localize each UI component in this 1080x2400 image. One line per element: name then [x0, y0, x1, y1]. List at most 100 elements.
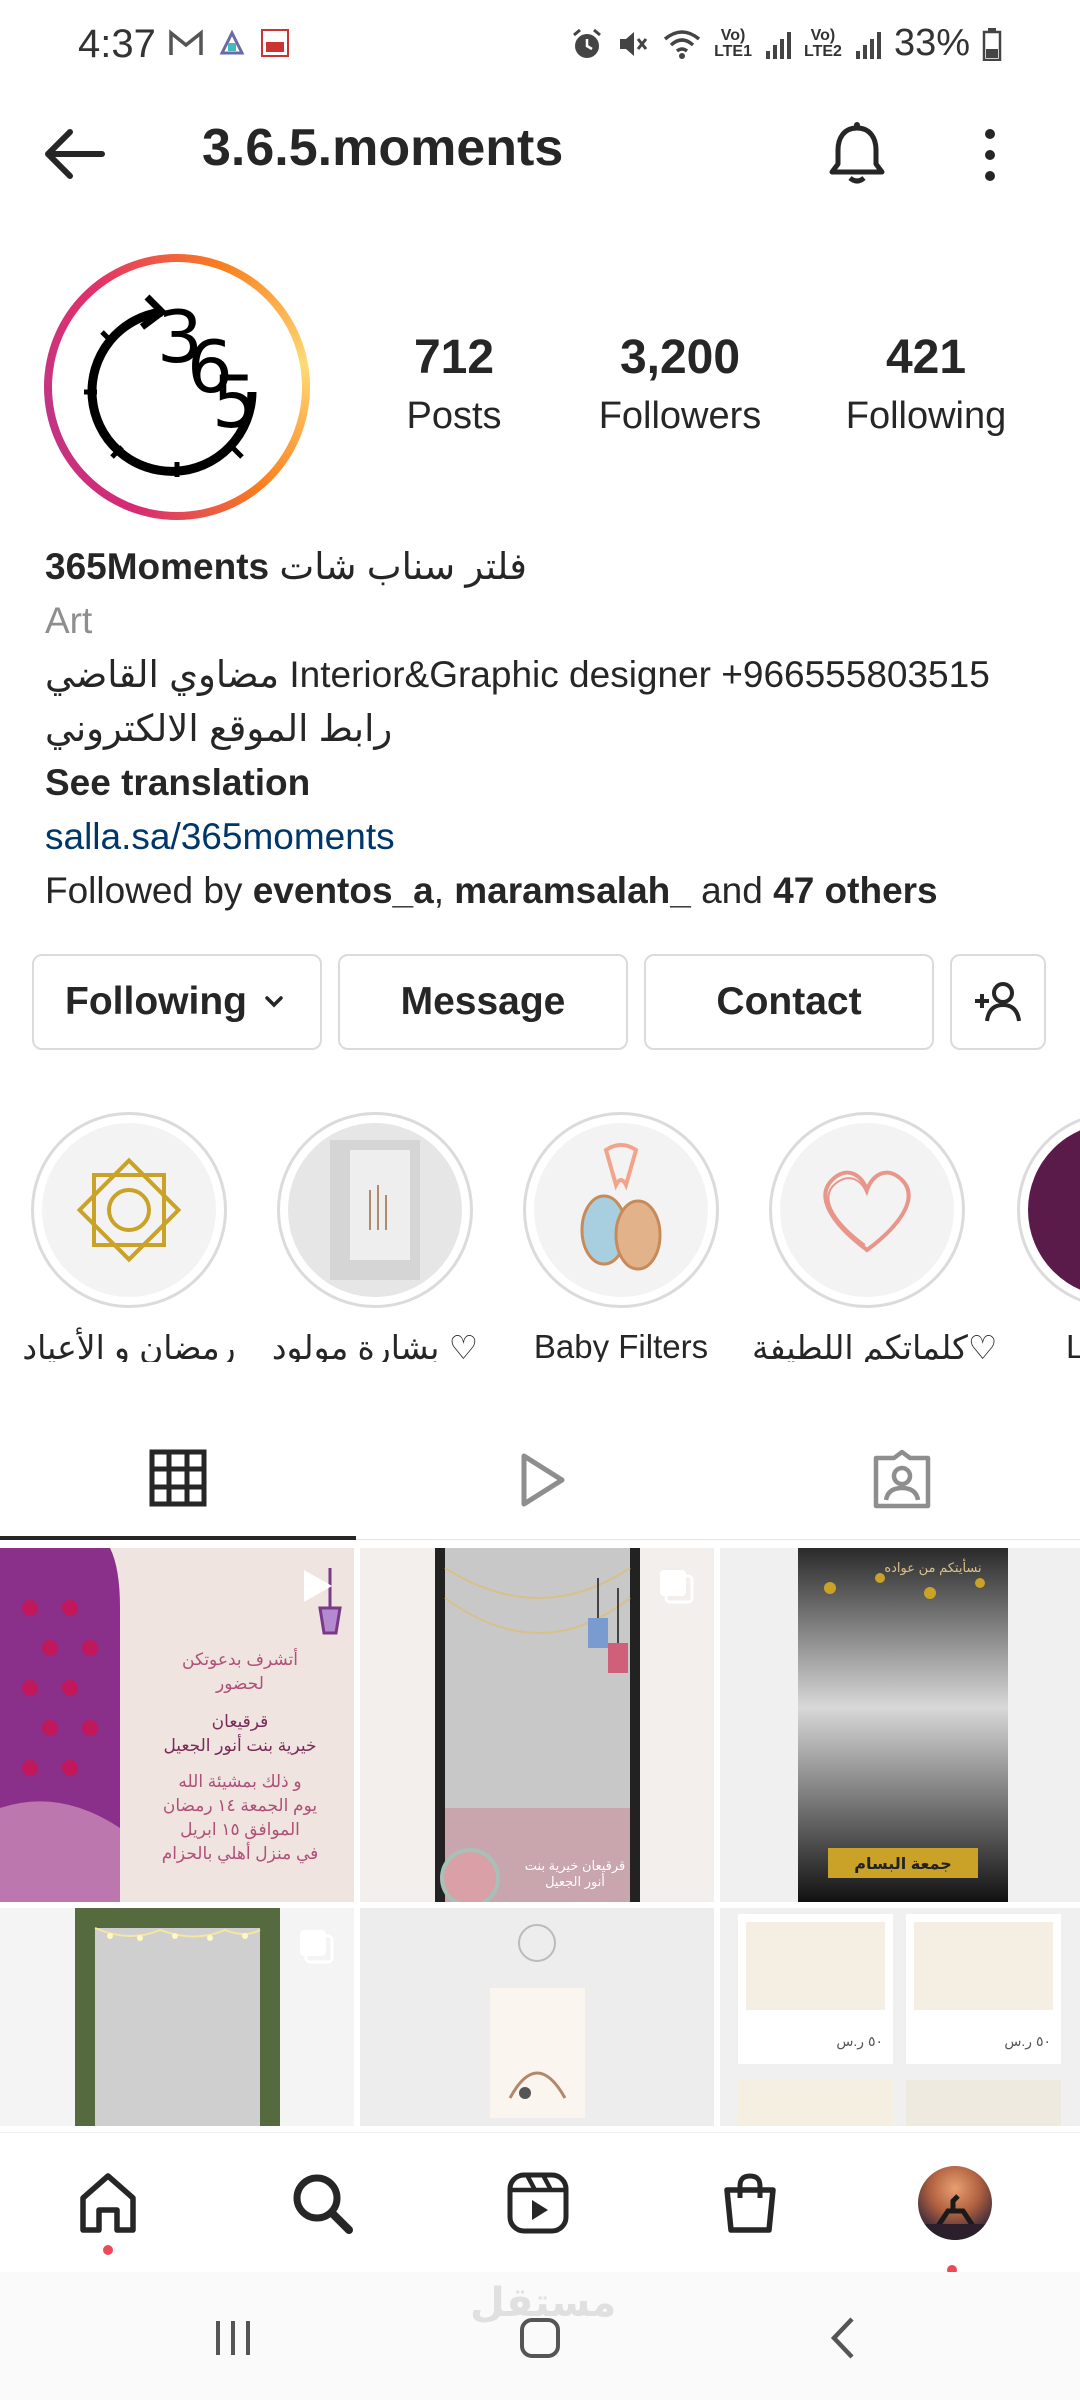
followed-by-prefix: Followed by — [45, 870, 253, 911]
battery-percent: 33% — [893, 22, 970, 64]
highlight-cover — [534, 1123, 708, 1297]
stat-posts[interactable]: 712 Posts — [354, 330, 554, 438]
contact-button[interactable]: Contact — [644, 954, 934, 1050]
profile-tabs — [0, 1420, 1080, 1540]
avatar[interactable]: 3 6 5 — [44, 254, 310, 520]
stat-following[interactable]: 421 Following — [826, 330, 1026, 438]
post-card-art — [490, 1924, 585, 2118]
highlight-label: رمضان و الأعياد — [22, 1329, 236, 1362]
website-link[interactable]: salla.sa/365moments — [45, 810, 1045, 864]
nav-reels[interactable] — [498, 2163, 578, 2243]
play-icon — [521, 1453, 565, 1507]
followed-by[interactable]: Followed by eventos_a, maramsalah_ and 4… — [45, 864, 1045, 918]
post-1-text: أتشرف بدعوتكن لحضور قرقيعان خيرية بنت أن… — [161, 1650, 319, 1863]
contact-button-label: Contact — [716, 980, 862, 1023]
status-notification-icons — [168, 28, 290, 58]
signal-icon — [855, 31, 881, 59]
highlight-label: بشارة مولود ♡ — [271, 1329, 479, 1362]
page-title: 3.6.5.moments — [202, 119, 564, 177]
post-thumbnail[interactable]: أتشرف بدعوتكن لحضور قرقيعان خيرية بنت أن… — [0, 1548, 354, 1902]
followed-user-1: eventos_a — [252, 870, 434, 911]
star-ornament-icon — [76, 1157, 182, 1263]
posts-grid: أتشرف بدعوتكن لحضور قرقيعان خيرية بنت أن… — [0, 1548, 1080, 2126]
sim1-indicator: Vo) LTE1 — [714, 26, 752, 60]
post-2-text: قرقيعان خيرية بنت أنور الجعيل — [524, 1858, 626, 1889]
bio-line-1-english: Interior&Graphic designer +966555803515 — [289, 654, 990, 695]
posts-label: Posts — [406, 395, 502, 437]
more-vertical-icon — [985, 129, 995, 181]
post-thumbnail[interactable] — [360, 1908, 714, 2126]
following-count: 421 — [885, 331, 967, 384]
highlight-item[interactable]: كلماتكم اللطيفة♡ — [752, 1112, 997, 1362]
see-translation-link[interactable]: See translation — [45, 756, 1045, 810]
chevron-down-icon — [265, 996, 283, 1008]
bio-line-2: رابط الموقع الالكتروني — [45, 708, 393, 749]
profile-name-arabic: فلتر سناب شات — [279, 546, 527, 587]
nav-search[interactable] — [282, 2163, 362, 2243]
sim2-indicator: Vo) LTE2 — [804, 26, 842, 60]
nav-home[interactable] — [68, 2163, 148, 2243]
nav-profile[interactable] — [915, 2163, 995, 2243]
tab-tagged[interactable] — [724, 1420, 1080, 1540]
nav-shop[interactable] — [710, 2163, 790, 2243]
story-highlights: رمضان و الأعياد بشارة مولود ♡ Baby Filte… — [0, 1112, 1080, 1362]
carousel-icon — [300, 1930, 334, 1964]
highlight-item[interactable]: بشارة مولود ♡ — [260, 1112, 490, 1362]
back-system-button[interactable] — [810, 2308, 880, 2368]
profile-bio: 365Moments فلتر سناب شات Art مضاوي القاض… — [45, 540, 1045, 918]
highlight-item[interactable]: L — [1000, 1112, 1080, 1362]
recent-apps-button[interactable] — [198, 2308, 268, 2368]
highlight-ring — [1017, 1112, 1080, 1308]
wifi-icon — [663, 29, 701, 59]
message-button[interactable]: Message — [338, 954, 628, 1050]
post-3-top-text: نسأيتكم من عواده — [884, 1560, 982, 1575]
status-bar: 4:37 Vo) LTE1 Vo) LTE2 33% — [0, 0, 1080, 100]
status-time: 4:37 — [78, 22, 156, 66]
highlight-cover — [288, 1123, 462, 1297]
chevron-left-icon — [830, 2317, 854, 2359]
box-app-icon — [261, 29, 289, 57]
more-options-button[interactable] — [970, 120, 1010, 190]
reels-icon — [507, 2172, 569, 2234]
followers-label: Followers — [598, 395, 762, 437]
tab-reels[interactable] — [362, 1420, 718, 1540]
signal-icon — [766, 31, 791, 59]
highlight-cover — [1028, 1123, 1080, 1297]
profile-category: Art — [45, 600, 93, 641]
add-person-icon — [975, 982, 1021, 1022]
followed-user-2: maramsalah_ — [454, 870, 691, 911]
post-thumbnail[interactable]: ٥٠ ر.س ٥٠ ر.س — [720, 1908, 1080, 2126]
highlight-ring — [277, 1112, 473, 1308]
message-button-label: Message — [400, 980, 566, 1023]
home-system-button[interactable] — [505, 2308, 575, 2368]
tagged-person-icon — [873, 1449, 931, 1509]
highlight-item[interactable]: رمضان و الأعياد — [14, 1112, 244, 1362]
shopping-bag-icon — [724, 2173, 776, 2233]
recent-apps-icon — [216, 2321, 250, 2355]
post-thumbnail[interactable]: قرقيعان خيرية بنت أنور الجعيل — [360, 1548, 714, 1902]
back-button[interactable] — [40, 124, 110, 184]
highlight-cover — [780, 1123, 954, 1297]
svg-text:5: 5 — [212, 360, 258, 444]
bottom-navigation — [0, 2132, 1080, 2275]
post-thumbnail[interactable] — [0, 1908, 354, 2126]
followed-others: 47 others — [773, 870, 938, 911]
bio-name-line: 365Moments فلتر سناب شات — [45, 540, 1045, 594]
suggested-users-button[interactable] — [950, 954, 1046, 1050]
home-icon — [80, 2173, 136, 2233]
rider-silhouette — [918, 2194, 992, 2240]
post-thumbnail[interactable]: نسأيتكم من عواده جمعة البسام — [720, 1548, 1080, 1902]
product-card: ٥٠ ر.س — [738, 1914, 893, 2064]
tab-posts-grid[interactable] — [0, 1420, 356, 1540]
profile-avatar — [918, 2166, 992, 2240]
stat-followers[interactable]: 3,200 Followers — [580, 330, 780, 438]
product-price: ٥٠ ر.س — [836, 2033, 883, 2049]
system-navigation-bar: مستقل — [0, 2272, 1080, 2400]
following-button[interactable]: Following — [32, 954, 322, 1050]
bell-icon — [829, 122, 885, 184]
notifications-button[interactable] — [822, 118, 892, 188]
followed-sep: , — [433, 870, 455, 911]
highlight-item[interactable]: Baby Filters — [506, 1112, 736, 1362]
post-filter-art — [798, 1548, 1008, 1902]
gmail-icon — [169, 29, 203, 55]
